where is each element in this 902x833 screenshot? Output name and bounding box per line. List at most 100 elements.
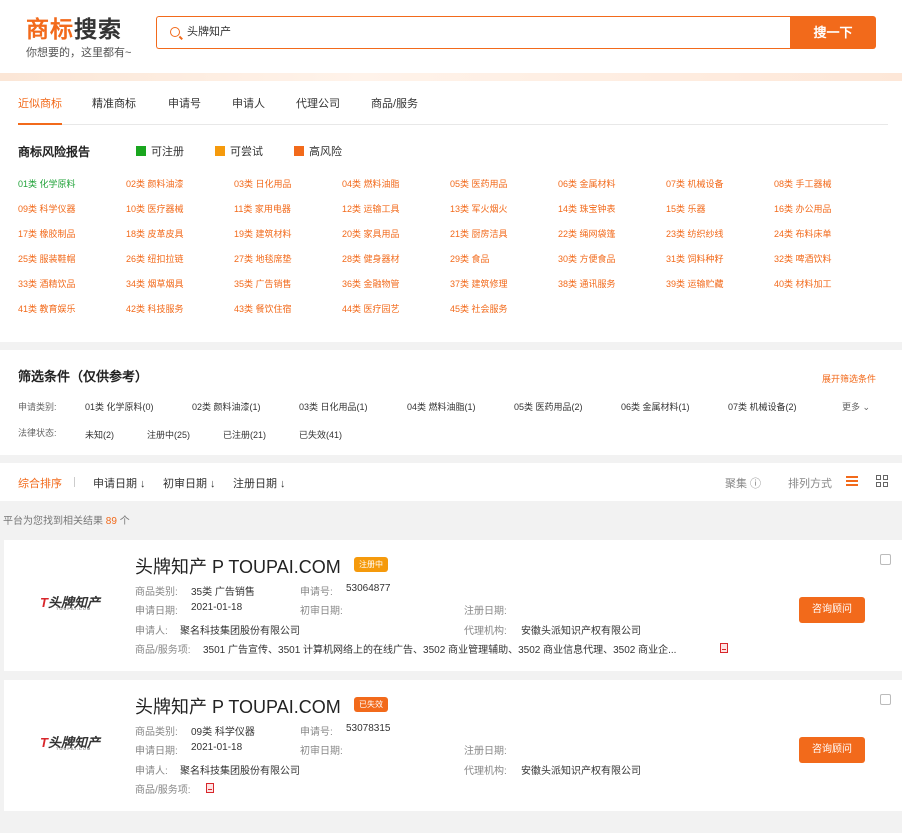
sort-application-date[interactable]: 申请日期 ↓ <box>93 475 146 491</box>
class-item[interactable]: 02类 颜料油漆 <box>126 177 184 190</box>
class-item[interactable]: 18类 皮革皮具 <box>126 227 184 240</box>
filter-class-option[interactable]: 06类 金属材料(1) <box>621 400 690 413</box>
filter-class-option[interactable]: 01类 化学原料(0) <box>85 400 154 413</box>
agency-value: 安徽头派知识产权有限公司 <box>521 626 641 637</box>
tab-applicant[interactable]: 申请人 <box>232 95 265 111</box>
class-item[interactable]: 39类 运输贮藏 <box>666 277 724 290</box>
class-item[interactable]: 04类 燃料油脂 <box>342 177 400 190</box>
expand-filters-link[interactable]: 展开筛选条件 <box>822 372 876 385</box>
class-item[interactable]: 33类 酒精饮品 <box>18 277 76 290</box>
class-item[interactable]: 07类 机械设备 <box>666 177 724 190</box>
filter-class-option[interactable]: 05类 医药用品(2) <box>514 400 583 413</box>
class-item[interactable]: 22类 绳网袋篷 <box>558 227 616 240</box>
select-checkbox[interactable] <box>880 694 891 705</box>
class-item[interactable]: 01类 化学原料 <box>18 177 76 190</box>
class-item[interactable]: 19类 建筑材料 <box>234 227 292 240</box>
class-item[interactable]: 38类 通讯服务 <box>558 277 616 290</box>
tab-goods-services[interactable]: 商品/服务 <box>371 95 418 111</box>
class-item[interactable]: 24类 布料床单 <box>774 227 832 240</box>
grid-view-icon[interactable] <box>876 475 888 487</box>
filter-class-option[interactable]: 03类 日化用品(1) <box>299 400 368 413</box>
class-item[interactable]: 03类 日化用品 <box>234 177 292 190</box>
class-item[interactable]: 17类 橡胶制品 <box>18 227 76 240</box>
class-item[interactable]: 15类 乐器 <box>666 202 706 215</box>
class-item[interactable]: 06类 金属材料 <box>558 177 616 190</box>
tab-similar-trademark[interactable]: 近似商标 <box>18 95 62 125</box>
site-logo[interactable]: 商标搜索 <box>26 10 122 44</box>
agency-label: 代理机构: <box>464 626 507 637</box>
filter-status-option[interactable]: 已失效(41) <box>299 428 342 441</box>
class-item[interactable]: 41类 教育娱乐 <box>18 302 76 315</box>
class-item[interactable]: 13类 军火烟火 <box>450 202 508 215</box>
class-item[interactable]: 26类 纽扣拉链 <box>126 252 184 265</box>
list-view-icon[interactable] <box>846 476 858 486</box>
sort-comprehensive[interactable]: 综合排序 <box>18 475 62 491</box>
class-item[interactable]: 25类 服装鞋帽 <box>18 252 76 265</box>
trademark-result-card[interactable]: T头牌知产 TOUPAI.COM 头牌知产 P TOUPAI.COM 注册中 商品… <box>4 540 902 671</box>
class-item[interactable]: 29类 食品 <box>450 252 490 265</box>
class-item[interactable]: 36类 金融物管 <box>342 277 400 290</box>
class-item[interactable]: 28类 健身器材 <box>342 252 400 265</box>
class-item[interactable]: 34类 烟草烟具 <box>126 277 184 290</box>
search-input[interactable] <box>187 25 767 37</box>
class-item[interactable]: 40类 材料加工 <box>774 277 832 290</box>
application-number-label: 申请号: <box>300 587 333 598</box>
search-box[interactable] <box>156 16 792 49</box>
class-item[interactable]: 27类 地毯席垫 <box>234 252 292 265</box>
sort-bar: 综合排序 申请日期 ↓ 初审日期 ↓ 注册日期 ↓ 聚集 ⓘ 排列方式 <box>0 463 902 501</box>
class-item[interactable]: 35类 广告销售 <box>234 277 292 290</box>
pdf-document-icon[interactable] <box>720 643 728 653</box>
class-item[interactable]: 45类 社会服务 <box>450 302 508 315</box>
class-item[interactable]: 30类 方便食品 <box>558 252 616 265</box>
consult-advisor-button[interactable]: 咨询顾问 <box>799 597 865 623</box>
legend-swatch <box>136 146 146 156</box>
class-item[interactable]: 09类 科学仪器 <box>18 202 76 215</box>
search-button[interactable]: 搜一下 <box>790 16 876 49</box>
cluster-toggle[interactable]: 聚集 ⓘ <box>725 475 761 491</box>
filter-status-option[interactable]: 注册中(25) <box>147 428 190 441</box>
filter-status-option[interactable]: 未知(2) <box>85 428 114 441</box>
class-item[interactable]: 23类 纺织纱线 <box>666 227 724 240</box>
class-item[interactable]: 16类 办公用品 <box>774 202 832 215</box>
class-item[interactable]: 11类 家用电器 <box>234 202 291 215</box>
sort-registration-date[interactable]: 注册日期 ↓ <box>233 475 286 491</box>
trademark-result-card[interactable]: T头牌知产 TOUPAI.COM 头牌知产 P TOUPAI.COM 已失效 商品… <box>4 680 902 811</box>
filter-class-option[interactable]: 07类 机械设备(2) <box>728 400 797 413</box>
class-item[interactable]: 31类 饲料种籽 <box>666 252 724 265</box>
trademark-name[interactable]: 头牌知产 P TOUPAI.COM <box>135 553 341 579</box>
class-item[interactable]: 44类 医疗园艺 <box>342 302 400 315</box>
class-item[interactable]: 32类 啤酒饮料 <box>774 252 832 265</box>
filter-class-option[interactable]: 02类 颜料油漆(1) <box>192 400 261 413</box>
application-number-value: 53064877 <box>346 583 391 594</box>
goods-services-value: 3501 广告宣传、3501 计算机网络上的在线广告、3502 商业管理辅助、3… <box>203 645 677 656</box>
search-tabs-panel: 近似商标 精准商标 申请号 申请人 代理公司 商品/服务 商标风险报告 可注册 … <box>0 81 902 342</box>
tab-agency[interactable]: 代理公司 <box>296 95 340 111</box>
tab-exact-trademark[interactable]: 精准商标 <box>92 95 136 111</box>
class-item[interactable]: 12类 运输工具 <box>342 202 400 215</box>
class-item[interactable]: 42类 科技服务 <box>126 302 184 315</box>
pdf-document-icon[interactable] <box>206 783 214 793</box>
filter-status-option[interactable]: 已注册(21) <box>223 428 266 441</box>
legend-swatch <box>294 146 304 156</box>
application-number-label: 申请号: <box>300 727 333 738</box>
legend-swatch <box>215 146 225 156</box>
class-item[interactable]: 43类 餐饮住宿 <box>234 302 292 315</box>
filter-class-option[interactable]: 04类 燃料油脂(1) <box>407 400 476 413</box>
class-item[interactable]: 08类 手工器械 <box>774 177 832 190</box>
tab-application-number[interactable]: 申请号 <box>168 95 201 111</box>
class-item[interactable]: 10类 医疗器械 <box>126 202 184 215</box>
select-checkbox[interactable] <box>880 554 891 565</box>
class-item[interactable]: 20类 家具用品 <box>342 227 400 240</box>
sort-first-review-date[interactable]: 初审日期 ↓ <box>163 475 216 491</box>
trademark-name[interactable]: 头牌知产 P TOUPAI.COM <box>135 693 341 719</box>
class-item[interactable]: 37类 建筑修理 <box>450 277 508 290</box>
more-classes-button[interactable]: 更多 ⌄ <box>842 400 870 413</box>
application-date-label: 申请日期: <box>135 746 178 757</box>
class-item[interactable]: 14类 珠宝钟表 <box>558 202 616 215</box>
legend-high-risk: 高风险 <box>294 143 342 159</box>
category-label: 商品类别: <box>135 727 178 738</box>
layout-mode-label: 排列方式 <box>788 478 832 490</box>
class-item[interactable]: 21类 厨房洁具 <box>450 227 508 240</box>
consult-advisor-button[interactable]: 咨询顾问 <box>799 737 865 763</box>
class-item[interactable]: 05类 医药用品 <box>450 177 508 190</box>
